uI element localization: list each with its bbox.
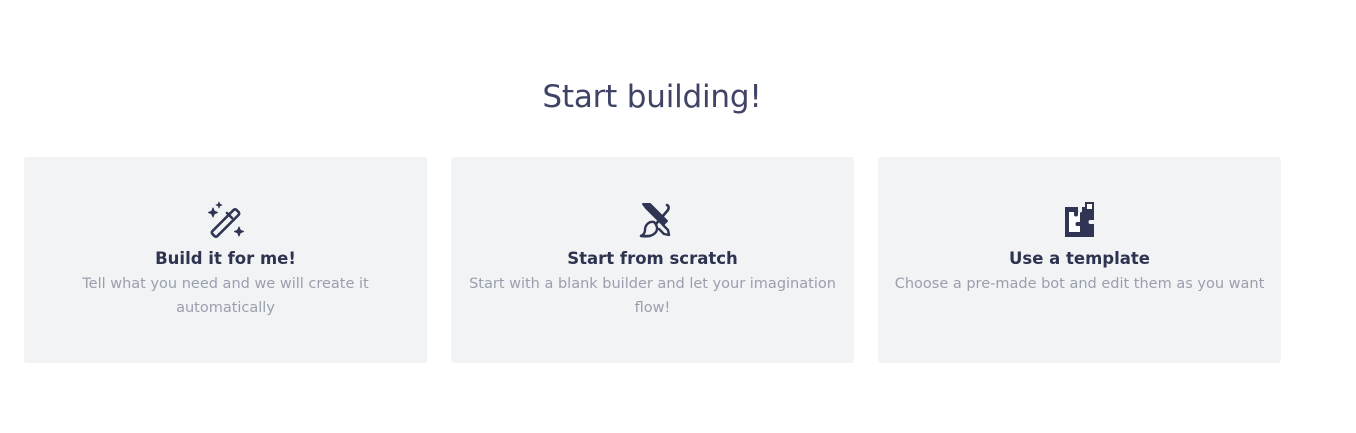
magic-wand-sparkles-icon bbox=[205, 200, 247, 240]
puzzle-piece-icon bbox=[1059, 200, 1101, 240]
card-title: Build it for me! bbox=[155, 249, 296, 268]
page-title: Start building! bbox=[542, 79, 762, 115]
card-title: Start from scratch bbox=[567, 249, 738, 268]
build-it-for-me-card[interactable]: Build it for me! Tell what you need and … bbox=[24, 157, 427, 363]
card-title: Use a template bbox=[1009, 249, 1150, 268]
start-options: Build it for me! Tell what you need and … bbox=[24, 157, 1281, 363]
start-from-scratch-card[interactable]: Start from scratch Start with a blank bu… bbox=[451, 157, 854, 363]
pencil-paintbrush-icon bbox=[632, 200, 674, 240]
use-a-template-card[interactable]: Use a template Choose a pre-made bot and… bbox=[878, 157, 1281, 363]
card-description: Start with a blank builder and let your … bbox=[469, 276, 836, 316]
card-description: Tell what you need and we will create it… bbox=[82, 276, 369, 316]
card-description: Choose a pre-made bot and edit them as y… bbox=[894, 276, 1265, 292]
